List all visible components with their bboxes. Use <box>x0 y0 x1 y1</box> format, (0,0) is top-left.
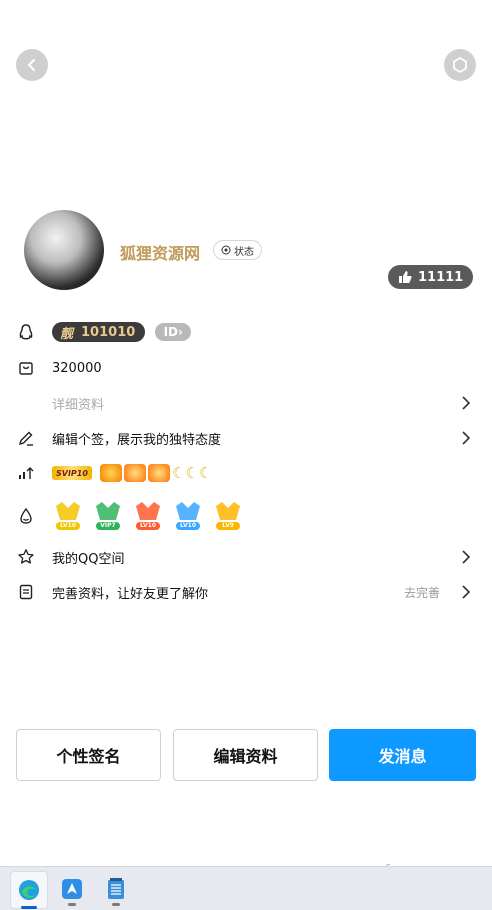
lv10-star-icon[interactable]: LV10 <box>172 500 204 532</box>
moon-icon: ☾ <box>171 464 186 482</box>
pencil-icon <box>16 428 36 448</box>
qq-icon <box>62 879 82 899</box>
vip-level-label: VIP7 <box>96 522 120 530</box>
details-row[interactable]: 详细资料 <box>16 388 476 418</box>
like-button[interactable]: 11111 <box>388 265 474 289</box>
star-icon <box>16 547 36 567</box>
notepad-icon <box>108 878 124 899</box>
send-message-button[interactable]: 发消息 <box>329 729 476 781</box>
wallet-row: 320000 <box>16 353 476 383</box>
bag-icon <box>16 358 36 378</box>
complete-profile-label: 完善资料，让好友更了解你 <box>52 586 209 602</box>
settings-button[interactable] <box>444 49 476 81</box>
taskbar-notepad[interactable] <box>98 871 134 907</box>
lv10-crown-icon[interactable]: LV10 <box>52 500 84 532</box>
taskbar-qq[interactable] <box>54 871 90 907</box>
hexagon-icon <box>453 56 467 74</box>
like-count: 11111 <box>418 269 464 285</box>
nickname: 狐狸资源网 <box>120 244 201 263</box>
crown-badge <box>99 464 122 482</box>
vip-icons: LV10 VIP7 LV10 LV10 LV9 <box>52 500 252 532</box>
vip-level-label: LV10 <box>176 522 200 530</box>
open-indicator <box>68 903 76 906</box>
chevron-right-icon <box>462 550 471 564</box>
level-row: SVIP10 ☾ ☾ ☾ <box>16 458 476 488</box>
status-pill[interactable]: 状态 <box>213 240 262 260</box>
id-badge[interactable]: ID › <box>155 323 192 341</box>
edit-profile-button[interactable]: 编辑资料 <box>173 729 318 781</box>
id-badge-label: ID <box>163 325 179 339</box>
complete-profile-row[interactable]: 完善资料，让好友更了解你 去完善 <box>16 577 476 607</box>
moon-icon: ☾ <box>198 464 213 482</box>
signature-label: 编辑个签，展示我的独特态度 <box>52 432 222 448</box>
details-label: 详细资料 <box>52 397 105 413</box>
vip-row: LV10 VIP7 LV10 LV10 LV9 <box>16 498 476 534</box>
chevron-right-small-icon: › <box>178 325 183 339</box>
chevron-left-icon <box>27 59 35 71</box>
lv9-z-icon[interactable]: LV9 <box>212 500 244 532</box>
qq-number: 101010 <box>81 324 136 340</box>
lv10-music-icon[interactable]: LV10 <box>132 500 164 532</box>
vip-level-label: LV10 <box>136 522 160 530</box>
sun-badge <box>147 464 170 482</box>
status-icon <box>221 245 231 255</box>
back-button[interactable] <box>16 49 48 81</box>
document-icon <box>16 582 36 602</box>
level-up-icon <box>16 463 36 483</box>
vip7-video-icon[interactable]: VIP7 <box>92 500 124 532</box>
wallet-value: 320000 <box>52 360 102 376</box>
sun-badge <box>123 464 146 482</box>
qq-number-row: 靓 101010 ID › <box>16 317 476 347</box>
chevron-right-icon <box>462 396 471 410</box>
taskbar-edge[interactable] <box>10 871 48 909</box>
status-label: 状态 <box>234 246 254 258</box>
drop-face-icon <box>16 506 36 526</box>
pretty-number-badge[interactable]: 靓 101010 <box>52 322 146 342</box>
pretty-badge-label: 靓 <box>60 326 74 342</box>
vip-level-label: LV9 <box>216 522 240 530</box>
penguin-icon <box>16 322 36 342</box>
chevron-right-icon <box>462 585 471 599</box>
signature-row[interactable]: 编辑个签，展示我的独特态度 <box>16 423 476 453</box>
qzone-row[interactable]: 我的QQ空间 <box>16 542 476 572</box>
avatar[interactable] <box>24 210 104 290</box>
svip-badge[interactable]: SVIP10 <box>52 466 92 480</box>
qzone-label: 我的QQ空间 <box>52 551 125 567</box>
thumbs-up-icon <box>399 271 412 283</box>
edge-icon <box>19 880 39 900</box>
taskbar <box>0 866 492 910</box>
signature-button[interactable]: 个性签名 <box>16 729 161 781</box>
moon-icon: ☾ <box>185 464 199 482</box>
vip-level-label: LV10 <box>56 522 80 530</box>
chevron-right-icon <box>462 431 471 445</box>
complete-action[interactable]: 去完善 <box>404 584 440 601</box>
svip-label: SVIP10 <box>56 468 88 478</box>
open-indicator <box>112 903 120 906</box>
